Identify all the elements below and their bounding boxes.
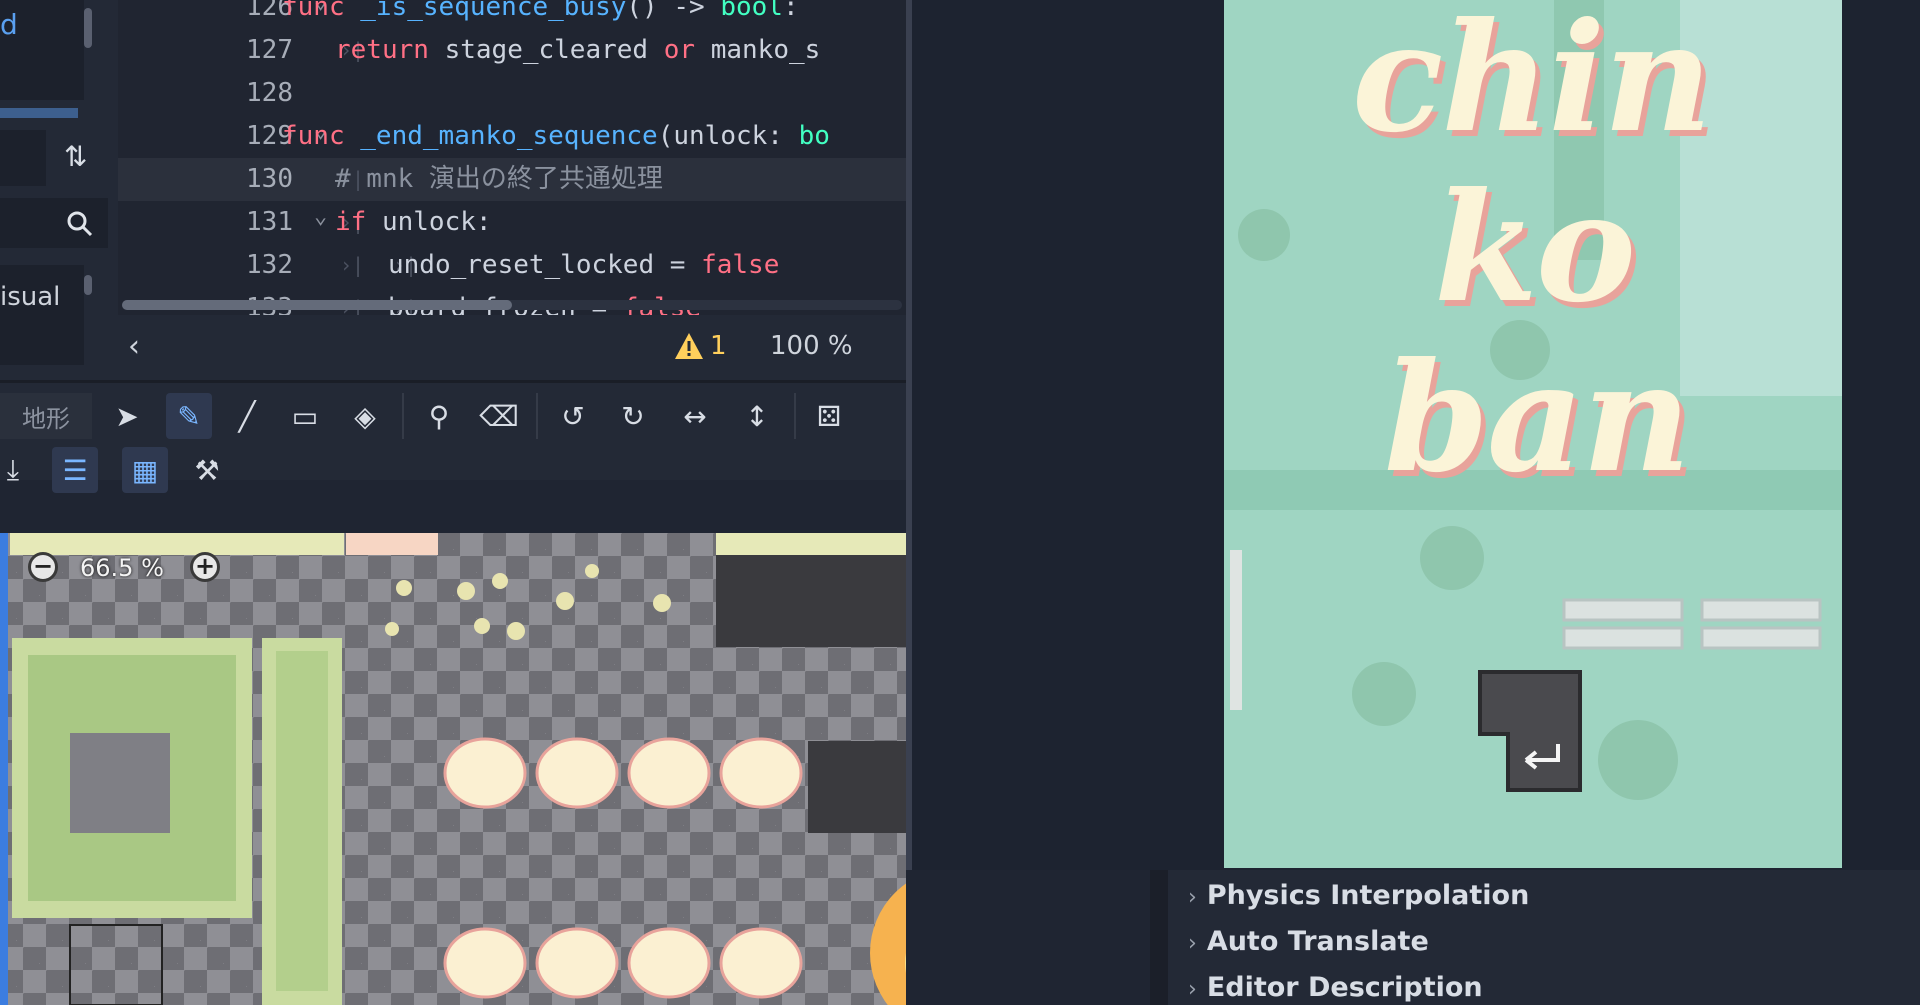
code-token: manko_s [710,35,821,65]
code-text: func _end_manko_sequence(unlock: bo [282,115,830,158]
code-line[interactable]: 127 ›| return stage_cleared or manko_s [118,29,906,72]
logo-line-3: ban [1384,330,1691,506]
code-token: _end_manko_sequence [360,121,658,151]
fold-chevron-icon[interactable]: ⌄ [314,195,327,238]
toolbar-divider [794,393,796,439]
editor-status-bar: ‹ 1 100 % [118,315,906,380]
scene-tree-scrollbar[interactable] [84,8,92,48]
search-icon[interactable] [66,210,94,238]
flip-horizontal-icon[interactable]: ↔ [672,393,718,439]
code-line[interactable]: 131 ⌄ ›| if unlock: [118,201,906,244]
line-number: 130 [246,164,293,194]
editor-root: d ⇅ isual 126 ⌄ func _is_sequence_busy() -… [0,0,1920,1005]
code-line[interactable]: 128 [118,72,906,115]
grid-view-icon[interactable]: ▦ [122,447,168,493]
code-token: func [282,121,361,151]
tilemap-toolbar: 地形 ➤ ✎ ╱ ▭ ◈ ⚲ ⌫ ↺ ↻ ↔ ↕ ⚄ ⤓ ☰ ▦ ⚒ [0,380,906,493]
warning-icon[interactable] [674,331,704,361]
code-token: false [701,250,780,280]
code-text: func _is_sequence_busy() -> bool: [282,0,799,29]
tileset-zoom-level: 66.5 % [80,554,164,582]
code-text: return stage_cleared or manko_s [335,29,820,72]
chevron-right-icon: › [1188,977,1197,1002]
line-number: 129 [246,121,293,151]
code-token: bool [720,0,783,22]
eraser-tool-icon[interactable]: ⌫ [476,393,522,439]
inspector-gutter [1150,870,1168,1005]
inspector-section-translate[interactable]: › Auto Translate [1188,926,1429,957]
visual-box[interactable] [0,265,84,365]
code-token: : [782,0,799,22]
indent-marker: ›| [340,253,365,277]
line-number: 132 [246,250,293,280]
code-token: or [663,35,711,65]
filter-box[interactable] [0,130,46,186]
tileset-focus-bar [0,533,8,1005]
toolbar-divider [536,393,538,439]
code-token: func [282,0,361,22]
zoom-in-button[interactable]: + [190,552,220,582]
arrow-down-icon[interactable]: ⤓ [0,447,36,493]
collapse-chevron-icon[interactable]: ‹ [128,329,140,364]
code-text: undo_reset_locked = false [388,244,779,287]
rotate-right-icon[interactable]: ↻ [610,393,656,439]
logo-line-2: ko [1434,160,1636,336]
line-number: 127 [246,35,293,65]
toolbar-divider [402,393,404,439]
code-token: () -> [626,0,721,22]
paint-tool-icon[interactable]: ✎ [166,393,212,439]
chevron-right-icon: › [1188,885,1197,910]
rotate-left-icon[interactable]: ↺ [550,393,596,439]
line-number: 126 [246,0,293,22]
scene-tree-item[interactable]: d [0,8,18,41]
inspector-section-physics[interactable]: › Physics Interpolation [1188,880,1529,911]
visual-scrollbar[interactable] [84,275,92,295]
logo-line-1: chin [1352,0,1712,166]
line-tool-icon[interactable]: ╱ [224,393,270,439]
select-tool-icon[interactable]: ➤ [104,393,150,439]
code-line[interactable]: 129 ⌄ func _end_manko_sequence(unlock: bo [118,115,906,158]
random-tile-icon[interactable]: ⚄ [806,393,852,439]
line-number: 128 [246,78,293,108]
zoom-out-button[interactable]: − [28,552,58,582]
warning-count[interactable]: 1 [710,331,727,361]
code-horizontal-scrollbar[interactable] [122,300,902,310]
scene-dock: d ⇅ isual [0,0,118,380]
selection-bar [0,108,78,118]
visual-mode-label: isual [0,282,61,312]
line-number: 131 [246,207,293,237]
chevron-right-icon: › [1188,931,1197,956]
code-token: return [335,35,445,65]
tile-settings-icon[interactable]: ⚒ [184,447,230,493]
code-line[interactable]: 126 ⌄ func _is_sequence_busy() -> bool: [118,0,906,29]
code-line[interactable]: 132 ›| ›| undo_reset_locked = false [118,244,906,287]
code-token: _is_sequence_busy [360,0,627,22]
rect-tool-icon[interactable]: ▭ [282,393,328,439]
picker-tool-icon[interactable]: ⚲ [416,393,462,439]
tileset-atlas[interactable] [0,533,906,1005]
code-zoom-level[interactable]: 100 % [770,331,853,361]
code-token: unlock: [381,207,492,237]
code-token: # mnk 演出の終了共通処理 [335,164,663,194]
code-scroll-thumb[interactable] [122,300,512,310]
code-token: if [335,207,382,237]
game-viewport[interactable]: chin ko ban [1224,0,1842,868]
code-line[interactable]: 130 ›| # mnk 演出の終了共通処理 [118,158,906,201]
code-token: (unlock: [657,121,799,151]
tileset-zoom-widget: − 66.5 % + [28,548,228,590]
tab-terrain[interactable]: 地形 [0,393,92,439]
code-text: # mnk 演出の終了共通処理 [335,158,663,201]
code-token: bo [798,121,830,151]
bucket-tool-icon[interactable]: ◈ [342,393,388,439]
inspector-section-description[interactable]: › Editor Description [1188,972,1483,1003]
sort-icon[interactable]: ⇅ [64,140,98,174]
code-token: undo_reset_locked = [388,250,702,280]
script-editor[interactable]: 126 ⌄ func _is_sequence_busy() -> bool: 127… [118,0,906,315]
code-token: stage_cleared [444,35,664,65]
list-view-icon[interactable]: ☰ [52,447,98,493]
code-text: if unlock: [335,201,492,244]
tileset-graphics [10,533,906,1005]
flip-vertical-icon[interactable]: ↕ [734,393,780,439]
